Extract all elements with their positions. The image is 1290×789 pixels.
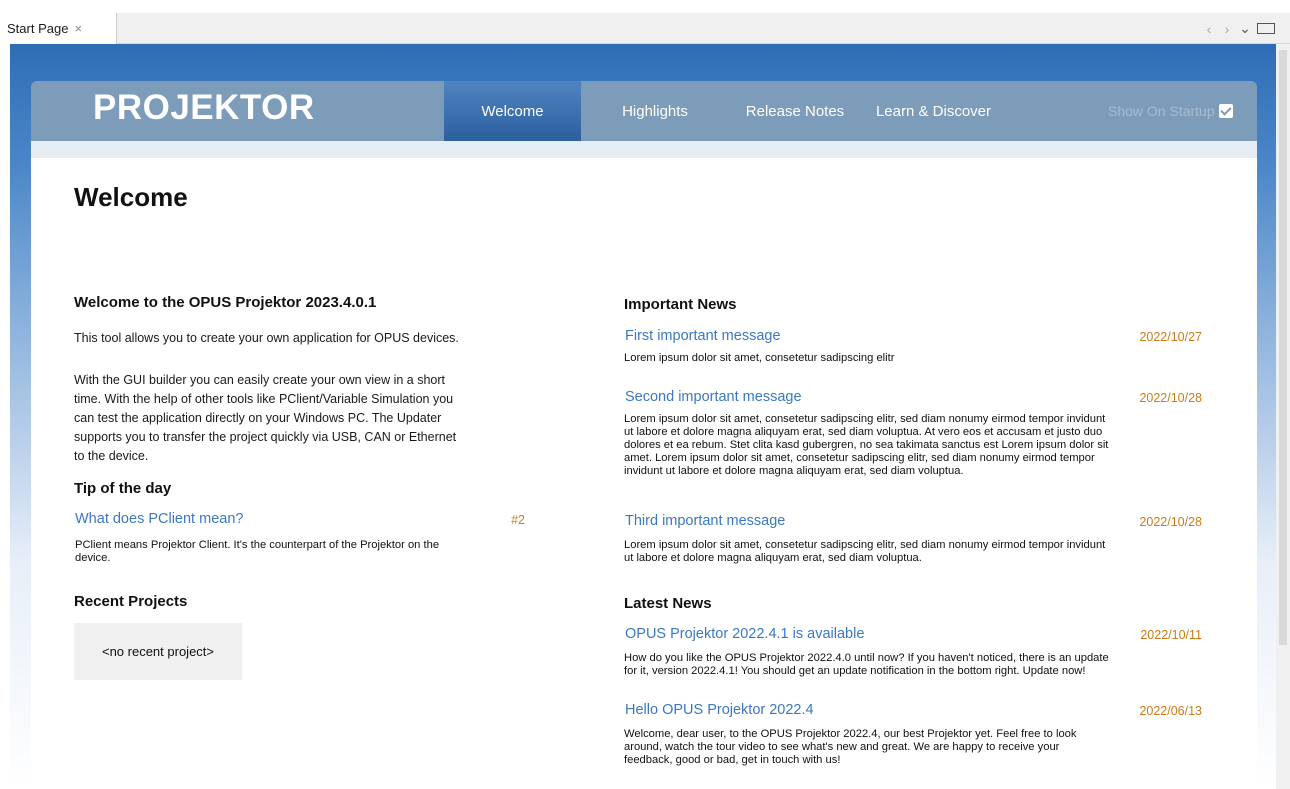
news-title-link[interactable]: Third important message — [625, 513, 785, 529]
recent-projects-heading: Recent Projects — [74, 593, 188, 610]
recent-projects-empty: <no recent project> — [74, 623, 242, 680]
scrollbar-thumb[interactable] — [1279, 50, 1287, 645]
news-body: Lorem ipsum dolor sit amet, consetetur s… — [624, 539, 1105, 565]
show-on-startup-toggle[interactable]: Show On Startup — [1108, 81, 1233, 141]
intro-line: supports you to transfer the project qui… — [74, 430, 457, 444]
important-news-heading: Important News — [624, 296, 737, 313]
news-line: invidunt ut labore et dolore magna aliqu… — [624, 465, 964, 477]
projektor-logo: PROJEKTOR — [93, 88, 315, 127]
intro-line: to the device. — [74, 449, 149, 463]
news-body: Lorem ipsum dolor sit amet, consetetur s… — [624, 352, 894, 365]
news-line: Welcome, dear user, to the OPUS Projekto… — [624, 728, 1077, 740]
view-menu-icon[interactable]: ⌄ — [1236, 20, 1254, 37]
intro-paragraph-2: With the GUI builder you can easily crea… — [74, 371, 456, 466]
maximize-icon[interactable] — [1257, 23, 1275, 34]
news-date: 2022/10/28 — [1139, 391, 1202, 405]
tip-text: PClient means Projektor Client. It's the… — [75, 539, 439, 565]
back-icon[interactable]: ‹ — [1200, 21, 1218, 37]
tip-line: device. — [75, 552, 111, 564]
tip-number: #2 — [511, 513, 525, 527]
news-line: Lorem ipsum dolor sit amet, consetetur s… — [624, 352, 895, 364]
nav-learn-discover[interactable]: Learn & Discover — [866, 81, 1001, 141]
news-line: for it, version 2022.4.1! You should get… — [624, 665, 1086, 677]
news-line: ut labore et dolore magna aliquyam erat,… — [624, 426, 1103, 438]
news-title-link[interactable]: Second important message — [625, 389, 802, 405]
news-date: 2022/10/28 — [1139, 515, 1202, 529]
tab-bar — [0, 13, 1290, 44]
news-line: around, watch the tour video to see what… — [624, 741, 1060, 753]
window-controls: ‹ › ⌄ — [1200, 13, 1275, 44]
news-body: Lorem ipsum dolor sit amet, consetetur s… — [624, 413, 1108, 478]
show-on-startup-checkbox[interactable] — [1218, 104, 1233, 118]
news-line: How do you like the OPUS Projektor 2022.… — [624, 652, 1109, 664]
news-body: Welcome, dear user, to the OPUS Projekto… — [624, 728, 1077, 767]
news-title-link[interactable]: First important message — [625, 328, 781, 344]
news-date: 2022/10/27 — [1139, 330, 1202, 344]
news-title-link[interactable]: Hello OPUS Projektor 2022.4 — [625, 702, 814, 718]
news-title-link[interactable]: OPUS Projektor 2022.4.1 is available — [625, 626, 864, 642]
intro-line: time. With the help of other tools like … — [74, 392, 454, 406]
intro-line: With the GUI builder you can easily crea… — [74, 373, 446, 387]
forward-icon[interactable]: › — [1218, 21, 1236, 37]
news-date: 2022/10/11 — [1140, 628, 1202, 642]
tip-line: PClient means Projektor Client. It's the… — [75, 539, 440, 551]
intro-line: can test the application directly on you… — [74, 411, 442, 425]
news-date: 2022/06/13 — [1139, 704, 1202, 718]
nav-highlights[interactable]: Highlights — [600, 81, 710, 141]
news-line: amet. Lorem ipsum dolor sit amet, conset… — [624, 452, 1095, 464]
nav-release-notes[interactable]: Release Notes — [735, 81, 855, 141]
page-title: Welcome — [74, 182, 188, 212]
intro-paragraph-1: This tool allows you to create your own … — [74, 331, 459, 345]
news-line: Lorem ipsum dolor sit amet, consetetur s… — [624, 539, 1106, 551]
nav-welcome[interactable]: Welcome — [444, 81, 581, 141]
tab-start-page[interactable]: Start Page × — [0, 13, 117, 44]
tab-close-icon[interactable]: × — [74, 21, 82, 36]
tip-heading: Tip of the day — [74, 480, 172, 497]
tab-label: Start Page — [7, 21, 69, 36]
tip-title-link[interactable]: What does PClient mean? — [75, 511, 243, 527]
news-line: dolores et ea rebum. Stet clita kasd gub… — [624, 439, 1109, 451]
news-line: feedback, good or bad, get in touch with… — [624, 754, 841, 766]
news-body: How do you like the OPUS Projektor 2022.… — [624, 652, 1109, 678]
show-on-startup-label: Show On Startup — [1108, 103, 1215, 119]
intro-heading: Welcome to the OPUS Projektor 2023.4.0.1 — [74, 294, 377, 311]
news-line: ut labore et dolore magna aliquyam erat,… — [624, 552, 922, 564]
news-line: Lorem ipsum dolor sit amet, consetetur s… — [624, 413, 1106, 425]
header-underline — [31, 141, 1257, 158]
latest-news-heading: Latest News — [624, 595, 712, 612]
